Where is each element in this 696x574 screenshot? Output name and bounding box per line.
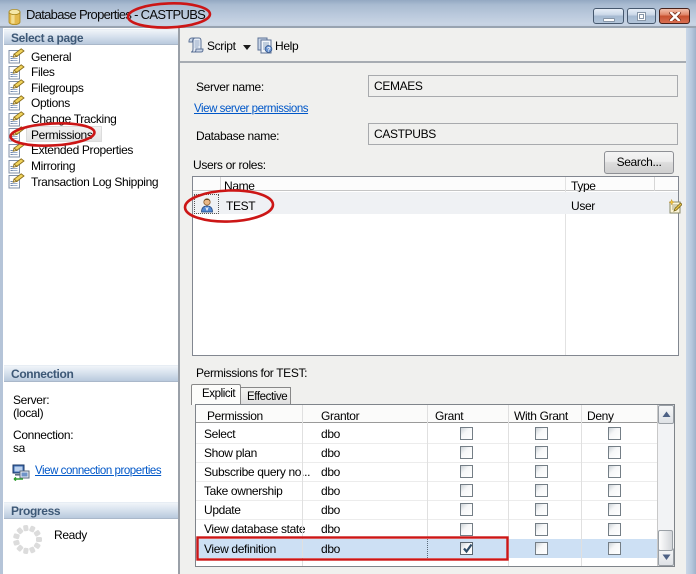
svg-text:?: ? xyxy=(267,47,271,54)
